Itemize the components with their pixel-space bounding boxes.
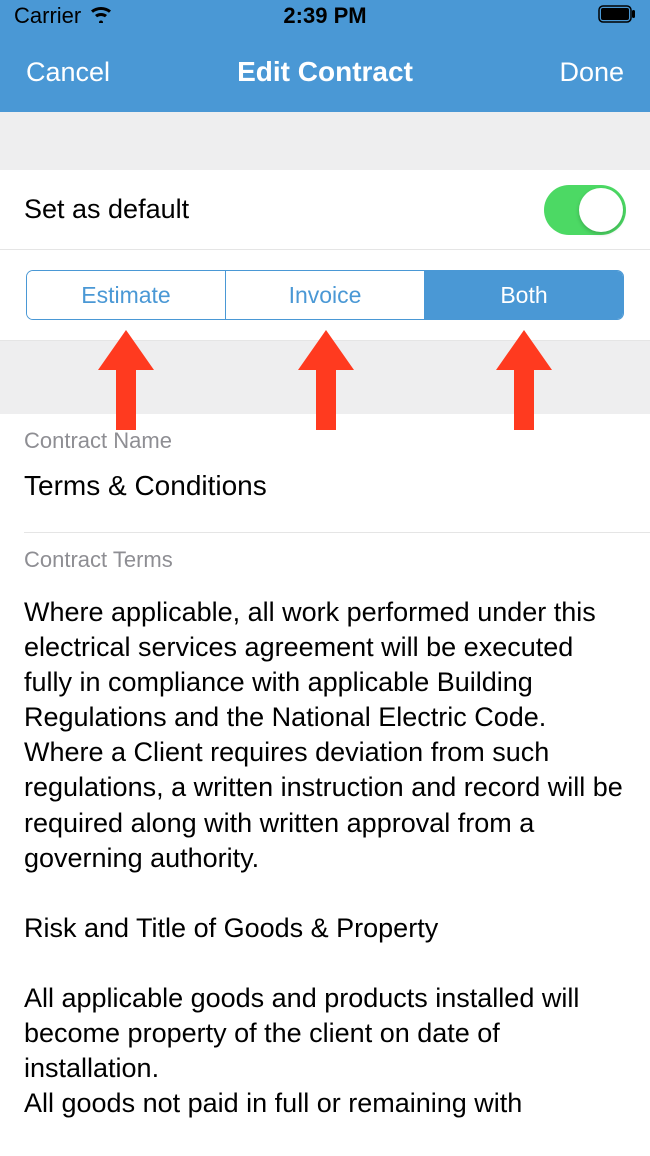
carrier-label: Carrier xyxy=(14,3,81,29)
terms-para2: All applicable goods and products instal… xyxy=(24,981,626,1086)
set-default-row: Set as default xyxy=(0,170,650,250)
set-default-toggle[interactable] xyxy=(544,185,626,235)
segment-invoice[interactable]: Invoice xyxy=(226,271,425,319)
nav-bar: Cancel Edit Contract Done xyxy=(0,32,650,112)
spacer-2 xyxy=(0,340,650,414)
wifi-icon xyxy=(89,3,113,29)
status-bar: Carrier 2:39 PM xyxy=(0,0,650,32)
contract-name-value[interactable]: Terms & Conditions xyxy=(24,470,626,532)
status-right xyxy=(598,3,636,29)
segment-row: Estimate Invoice Both xyxy=(0,250,650,340)
contract-name-label: Contract Name xyxy=(24,418,626,470)
page-title: Edit Contract xyxy=(237,56,413,88)
contract-name-section: Contract Name Terms & Conditions xyxy=(0,414,650,532)
contract-terms-section: Contract Terms xyxy=(0,533,650,589)
done-button[interactable]: Done xyxy=(559,57,624,88)
set-default-label: Set as default xyxy=(24,194,189,225)
segment-both[interactable]: Both xyxy=(425,271,623,319)
contract-terms-label: Contract Terms xyxy=(24,537,626,589)
segment-control: Estimate Invoice Both xyxy=(26,270,624,320)
spacer xyxy=(0,112,650,170)
cancel-button[interactable]: Cancel xyxy=(26,57,110,88)
terms-heading2: Risk and Title of Goods & Property xyxy=(24,911,626,946)
terms-para1: Where applicable, all work performed und… xyxy=(24,595,626,876)
battery-icon xyxy=(598,3,636,29)
segment-estimate[interactable]: Estimate xyxy=(27,271,226,319)
toggle-knob xyxy=(579,188,623,232)
contract-terms-text[interactable]: Where applicable, all work performed und… xyxy=(0,589,650,1121)
status-left: Carrier xyxy=(14,3,113,29)
status-time: 2:39 PM xyxy=(283,3,366,29)
terms-para3: All goods not paid in full or remaining … xyxy=(24,1086,626,1121)
